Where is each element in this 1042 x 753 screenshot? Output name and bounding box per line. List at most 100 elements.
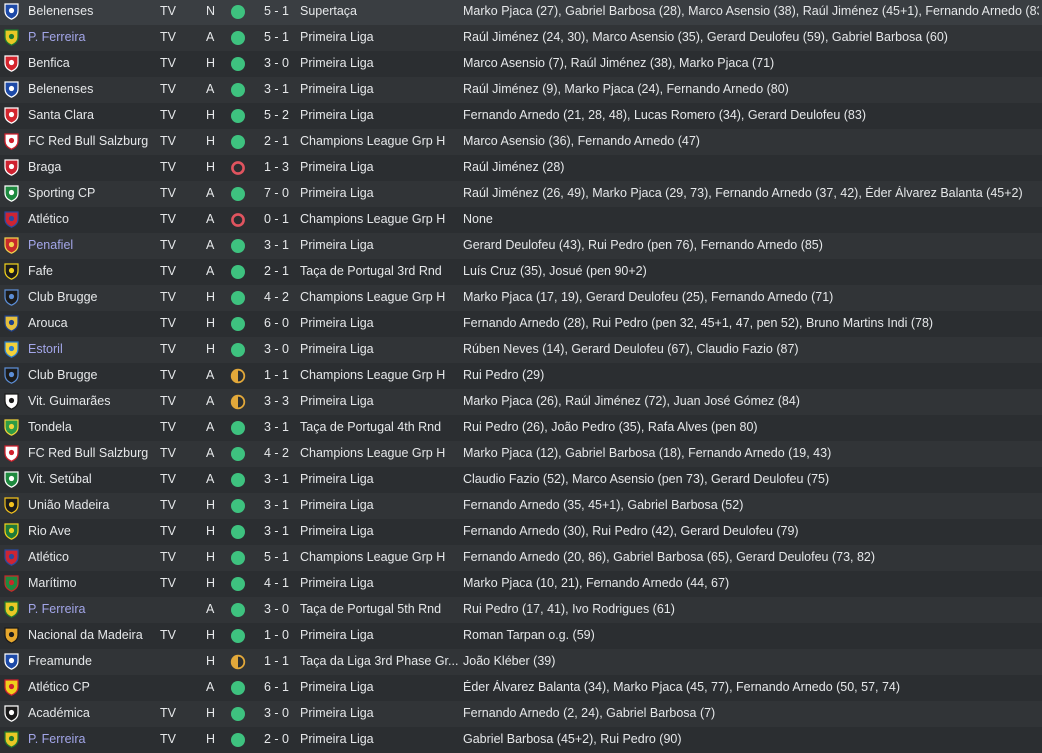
team-name-link[interactable]: P. Ferreira	[28, 30, 154, 44]
team-name-link[interactable]: P. Ferreira	[28, 602, 154, 616]
fixture-row[interactable]: Fafe TV A 2 - 1 Taça de Portugal 3rd Rnd Luís…	[0, 259, 1042, 285]
fixture-row[interactable]: Tondela TV A 3 - 1 Taça de Portugal 4th Rnd R…	[0, 415, 1042, 441]
competition-name[interactable]: Primeira Liga	[300, 472, 458, 486]
team-name-link[interactable]: Atlético	[28, 212, 154, 226]
competition-name[interactable]: Primeira Liga	[300, 498, 458, 512]
competition-name[interactable]: Primeira Liga	[300, 576, 458, 590]
competition-name[interactable]: Primeira Liga	[300, 56, 458, 70]
team-name-link[interactable]: Belenenses	[28, 4, 154, 18]
fixture-row[interactable]: FC Red Bull Salzburg TV H 2 - 1 Champions Le…	[0, 129, 1042, 155]
match-score[interactable]: 3 - 0	[264, 706, 292, 720]
competition-name[interactable]: Primeira Liga	[300, 316, 458, 330]
match-score[interactable]: 5 - 1	[264, 30, 292, 44]
fixture-row[interactable]: Benfica TV H 3 - 0 Primeira Liga Marco Asensi…	[0, 51, 1042, 77]
team-name-link[interactable]: Braga	[28, 160, 154, 174]
team-name-link[interactable]: Santa Clara	[28, 108, 154, 122]
team-name-link[interactable]: Arouca	[28, 316, 154, 330]
fixture-row[interactable]: Vit. Setúbal TV A 3 - 1 Primeira Liga Claudio…	[0, 467, 1042, 493]
team-name-link[interactable]: Club Brugge	[28, 368, 154, 382]
team-name-link[interactable]: Atlético CP	[28, 680, 154, 694]
competition-name[interactable]: Champions League Grp H	[300, 550, 458, 564]
team-name-link[interactable]: Atlético	[28, 550, 154, 564]
fixture-row[interactable]: Arouca TV H 6 - 0 Primeira Liga Fernando Arne…	[0, 311, 1042, 337]
competition-name[interactable]: Primeira Liga	[300, 108, 458, 122]
match-score[interactable]: 4 - 2	[264, 446, 292, 460]
fixture-row[interactable]: Club Brugge TV A 1 - 1 Champions League Grp …	[0, 363, 1042, 389]
competition-name[interactable]: Champions League Grp H	[300, 212, 458, 226]
fixture-row[interactable]: Belenenses TV A 3 - 1 Primeira Liga Raúl Jimé…	[0, 77, 1042, 103]
competition-name[interactable]: Champions League Grp H	[300, 134, 458, 148]
competition-name[interactable]: Primeira Liga	[300, 628, 458, 642]
match-score[interactable]: 0 - 1	[264, 212, 292, 226]
team-name-link[interactable]: FC Red Bull Salzburg	[28, 134, 154, 148]
fixture-row[interactable]: Nacional da Madeira TV H 1 - 0 Primeira Liga…	[0, 623, 1042, 649]
competition-name[interactable]: Primeira Liga	[300, 342, 458, 356]
competition-name[interactable]: Primeira Liga	[300, 186, 458, 200]
fixture-row[interactable]: P. Ferreira TV A 5 - 1 Primeira Liga Raúl Jim…	[0, 25, 1042, 51]
fixture-row[interactable]: Atlético TV H 5 - 1 Champions League Grp H Fe…	[0, 545, 1042, 571]
team-name-link[interactable]: Penafiel	[28, 238, 154, 252]
fixture-row[interactable]: Atlético TV A 0 - 1 Champions League Grp H No…	[0, 207, 1042, 233]
team-name-link[interactable]: Estoril	[28, 342, 154, 356]
match-score[interactable]: 3 - 1	[264, 420, 292, 434]
competition-name[interactable]: Primeira Liga	[300, 160, 458, 174]
team-name-link[interactable]: Rio Ave	[28, 524, 154, 538]
team-name-link[interactable]: Tondela	[28, 420, 154, 434]
competition-name[interactable]: Supertaça	[300, 4, 458, 18]
match-score[interactable]: 1 - 1	[264, 654, 292, 668]
match-score[interactable]: 4 - 1	[264, 576, 292, 590]
competition-name[interactable]: Primeira Liga	[300, 394, 458, 408]
team-name-link[interactable]: Benfica	[28, 56, 154, 70]
match-score[interactable]: 6 - 0	[264, 316, 292, 330]
fixture-row[interactable]: Belenenses TV N 5 - 1 Supertaça Marko Pjaca (…	[0, 0, 1042, 25]
competition-name[interactable]: Primeira Liga	[300, 706, 458, 720]
fixture-row[interactable]: FC Red Bull Salzburg TV A 4 - 2 Champions Le…	[0, 441, 1042, 467]
match-score[interactable]: 1 - 1	[264, 368, 292, 382]
fixture-row[interactable]: Rio Ave TV H 3 - 1 Primeira Liga Fernando Arn…	[0, 519, 1042, 545]
team-name-link[interactable]: P. Ferreira	[28, 732, 154, 746]
match-score[interactable]: 1 - 0	[264, 628, 292, 642]
match-score[interactable]: 2 - 1	[264, 134, 292, 148]
team-name-link[interactable]: FC Red Bull Salzburg	[28, 446, 154, 460]
team-name-link[interactable]: Nacional da Madeira	[28, 628, 154, 642]
team-name-link[interactable]: Sporting CP	[28, 186, 154, 200]
match-score[interactable]: 2 - 1	[264, 264, 292, 278]
competition-name[interactable]: Taça de Portugal 5th Rnd	[300, 602, 458, 616]
fixture-row[interactable]: P. Ferreira A 3 - 0 Taça de Portugal 5th Rn…	[0, 597, 1042, 623]
competition-name[interactable]: Champions League Grp H	[300, 446, 458, 460]
fixture-row[interactable]: P. Ferreira TV H 2 - 0 Primeira Liga Gabriel …	[0, 727, 1042, 753]
match-score[interactable]: 5 - 1	[264, 4, 292, 18]
match-score[interactable]: 5 - 1	[264, 550, 292, 564]
fixture-row[interactable]: Vit. Guimarães TV A 3 - 3 Primeira Liga Marko…	[0, 389, 1042, 415]
team-name-link[interactable]: Freamunde	[28, 654, 154, 668]
competition-name[interactable]: Taça de Portugal 4th Rnd	[300, 420, 458, 434]
match-score[interactable]: 3 - 1	[264, 498, 292, 512]
fixture-row[interactable]: Club Brugge TV H 4 - 2 Champions League Grp …	[0, 285, 1042, 311]
competition-name[interactable]: Primeira Liga	[300, 732, 458, 746]
match-score[interactable]: 3 - 0	[264, 56, 292, 70]
fixture-row[interactable]: Académica TV H 3 - 0 Primeira Liga Fernando A…	[0, 701, 1042, 727]
match-score[interactable]: 3 - 1	[264, 82, 292, 96]
competition-name[interactable]: Primeira Liga	[300, 680, 458, 694]
fixture-row[interactable]: Penafiel TV A 3 - 1 Primeira Liga Gerard Deul…	[0, 233, 1042, 259]
match-score[interactable]: 4 - 2	[264, 290, 292, 304]
match-score[interactable]: 3 - 0	[264, 602, 292, 616]
fixture-row[interactable]: Estoril TV H 3 - 0 Primeira Liga Rúben Neves …	[0, 337, 1042, 363]
fixture-row[interactable]: Atlético CP A 6 - 1 Primeira Liga Éder Álvar…	[0, 675, 1042, 701]
team-name-link[interactable]: Belenenses	[28, 82, 154, 96]
fixture-row[interactable]: Marítimo TV H 4 - 1 Primeira Liga Marko Pjaca…	[0, 571, 1042, 597]
team-name-link[interactable]: União Madeira	[28, 498, 154, 512]
competition-name[interactable]: Taça de Portugal 3rd Rnd	[300, 264, 458, 278]
match-score[interactable]: 7 - 0	[264, 186, 292, 200]
team-name-link[interactable]: Fafe	[28, 264, 154, 278]
fixture-row[interactable]: União Madeira TV H 3 - 1 Primeira Liga Fernan…	[0, 493, 1042, 519]
match-score[interactable]: 3 - 0	[264, 342, 292, 356]
competition-name[interactable]: Champions League Grp H	[300, 290, 458, 304]
team-name-link[interactable]: Vit. Guimarães	[28, 394, 154, 408]
match-score[interactable]: 3 - 3	[264, 394, 292, 408]
team-name-link[interactable]: Marítimo	[28, 576, 154, 590]
competition-name[interactable]: Taça da Liga 3rd Phase Gr...	[300, 654, 458, 668]
competition-name[interactable]: Primeira Liga	[300, 82, 458, 96]
match-score[interactable]: 5 - 2	[264, 108, 292, 122]
team-name-link[interactable]: Vit. Setúbal	[28, 472, 154, 486]
